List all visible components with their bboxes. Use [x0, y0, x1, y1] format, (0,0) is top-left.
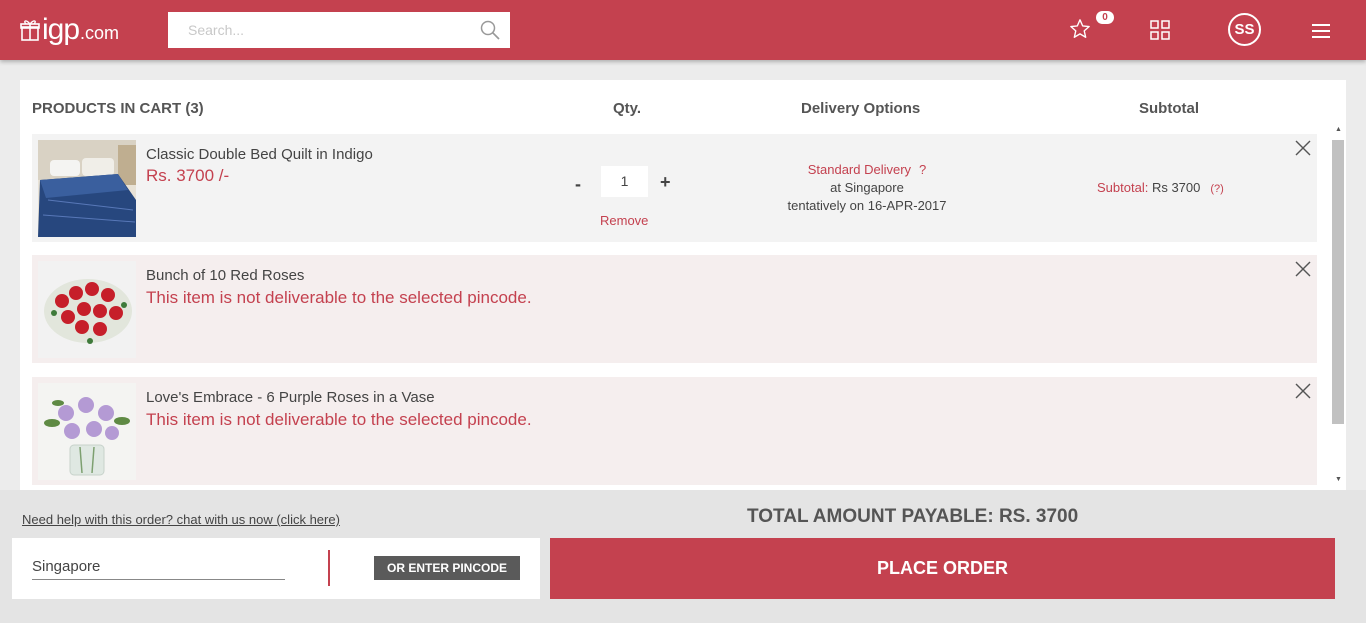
close-icon[interactable]	[1295, 261, 1311, 277]
purple-roses-product-image[interactable]	[38, 383, 136, 480]
remove-item-link[interactable]: Remove	[600, 213, 648, 228]
hamburger-menu-icon[interactable]	[1311, 23, 1331, 39]
scroll-down-arrow-icon[interactable]: ▼	[1335, 476, 1342, 483]
delivery-help-icon[interactable]: ?	[919, 162, 926, 177]
place-order-button[interactable]: PLACE ORDER	[550, 538, 1335, 599]
products-header: PRODUCTS IN CART (3)	[32, 100, 204, 117]
delivery-info: Standard Delivery? at Singapore tentativ…	[767, 161, 967, 215]
close-icon[interactable]	[1295, 383, 1311, 399]
qty-increase-button[interactable]: +	[660, 172, 671, 193]
chat-help-link[interactable]: Need help with this order? chat with us …	[22, 512, 340, 527]
subtotal-header: Subtotal	[1139, 100, 1199, 117]
checkout-footer: Need help with this order? chat with us …	[0, 490, 1366, 623]
close-icon[interactable]	[1295, 140, 1311, 156]
wishlist-star-icon[interactable]	[1069, 18, 1091, 40]
brand-name: igp	[42, 13, 80, 46]
delivery-header: Delivery Options	[801, 100, 921, 117]
not-deliverable-error: This item is not deliverable to the sele…	[146, 288, 532, 307]
cart-scrollbar[interactable]: ▲ ▼	[1332, 126, 1344, 490]
cart-panel: PRODUCTS IN CART (3) Qty. Delivery Optio…	[20, 80, 1346, 490]
not-deliverable-error: This item is not deliverable to the sele…	[146, 410, 532, 429]
location-box: OR ENTER PINCODE	[12, 538, 540, 599]
cart-item-quilt: Classic Double Bed Quilt in Indigo Rs. 3…	[32, 134, 1317, 242]
item-subtotal: Subtotal: Rs 3700 (?)	[1097, 180, 1224, 195]
product-price: Rs. 3700 /-	[146, 166, 230, 185]
red-roses-product-image[interactable]	[38, 261, 136, 358]
product-name[interactable]: Love's Embrace - 6 Purple Roses in a Vas…	[146, 389, 435, 406]
cart-item-red-roses: Bunch of 10 Red Roses This item is not d…	[32, 255, 1317, 363]
cart-item-purple-roses: Love's Embrace - 6 Purple Roses in a Vas…	[32, 377, 1317, 485]
subtotal-help-link[interactable]: (?)	[1210, 183, 1223, 195]
apps-grid-icon[interactable]	[1150, 20, 1170, 40]
delivery-date: tentatively on 16-APR-2017	[787, 198, 947, 213]
top-header: igp .com 0 SS	[0, 0, 1366, 60]
brand-tld: .com	[80, 22, 120, 43]
total-amount: TOTAL AMOUNT PAYABLE: RS. 3700	[747, 506, 1079, 527]
location-input[interactable]	[32, 554, 285, 580]
subtotal-label: Subtotal:	[1097, 180, 1152, 195]
location-divider	[328, 550, 330, 586]
search-icon[interactable]	[480, 20, 500, 40]
qty-input[interactable]: 1	[601, 166, 648, 197]
wishlist-count-badge: 0	[1096, 11, 1114, 24]
delivery-type-link[interactable]: Standard Delivery	[808, 162, 911, 177]
qty-decrease-button[interactable]: -	[575, 174, 581, 195]
enter-pincode-button[interactable]: OR ENTER PINCODE	[374, 556, 520, 580]
scrollbar-thumb[interactable]	[1332, 140, 1344, 424]
scroll-up-arrow-icon[interactable]: ▲	[1335, 126, 1342, 133]
user-avatar[interactable]: SS	[1228, 13, 1261, 46]
gift-icon	[20, 20, 40, 41]
delivery-location: at Singapore	[830, 180, 904, 195]
product-name[interactable]: Bunch of 10 Red Roses	[146, 267, 304, 284]
quilt-product-image[interactable]	[38, 140, 136, 237]
subtotal-value: Rs 3700	[1151, 180, 1201, 195]
igp-logo[interactable]: igp .com	[20, 12, 119, 48]
search-bar	[168, 12, 510, 48]
qty-header: Qty.	[613, 100, 642, 117]
search-input[interactable]	[168, 12, 468, 48]
product-name[interactable]: Classic Double Bed Quilt in Indigo	[146, 146, 373, 163]
